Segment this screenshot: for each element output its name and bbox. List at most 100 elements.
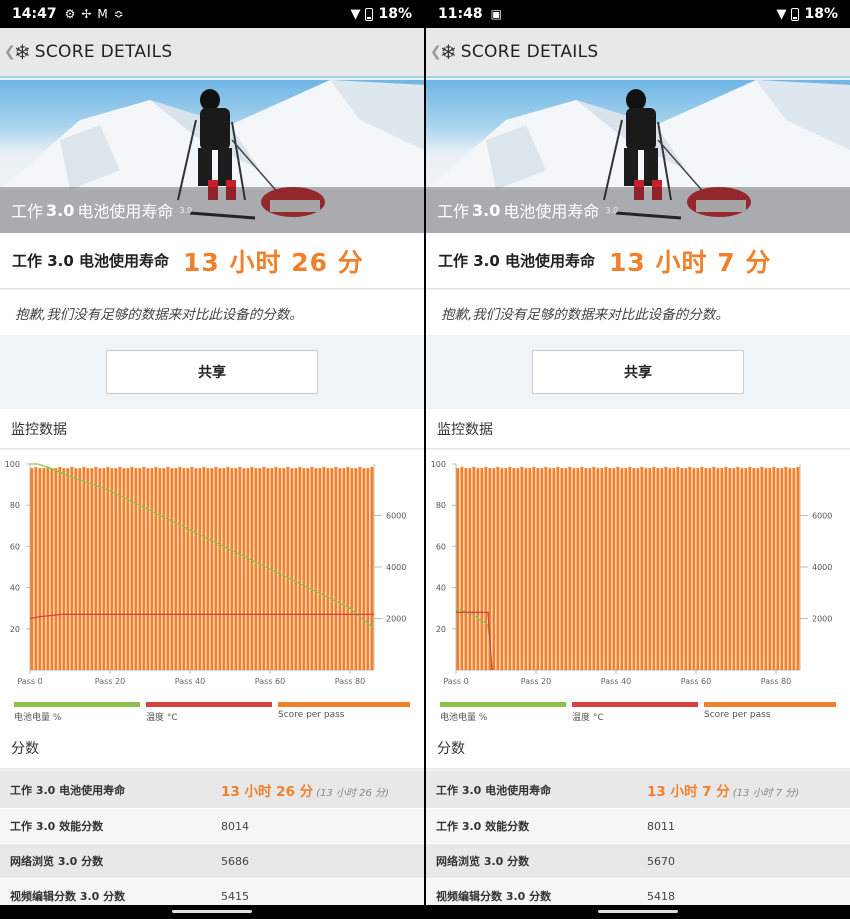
- score-bar: [34, 466, 38, 670]
- score-bar: [696, 468, 700, 670]
- score-bar: [484, 466, 488, 670]
- score-value: 8011: [647, 819, 675, 833]
- back-icon[interactable]: ❮: [430, 44, 442, 60]
- score-bar: [632, 468, 636, 670]
- score-bar: [476, 468, 480, 670]
- score-bar: [222, 468, 226, 670]
- legend-temperature-swatch: [146, 702, 272, 707]
- score-value: 8014: [221, 819, 249, 833]
- x-tick-label: Pass 60: [255, 677, 285, 686]
- score-bar: [760, 466, 764, 670]
- score-bar: [596, 468, 600, 670]
- score-bar: [740, 468, 744, 670]
- legend-score-label: Score per pass: [704, 710, 771, 720]
- score-bar: [302, 468, 306, 670]
- share-button[interactable]: 共享: [532, 350, 744, 394]
- score-bar: [724, 466, 728, 670]
- share-button[interactable]: 共享: [106, 350, 318, 394]
- score-row: 工作 3.0 效能分数 8014: [0, 809, 424, 844]
- score-row: 工作 3.0 电池使用寿命 13 小时 7 分 (13 小时 7 分): [426, 771, 850, 809]
- score-bar: [768, 468, 772, 670]
- result-row: 工作 3.0 电池使用寿命 13 小时 7 分: [426, 233, 850, 289]
- share-section: 共享: [426, 336, 850, 408]
- score-bar: [78, 468, 82, 670]
- score-bar: [732, 468, 736, 670]
- score-bar: [358, 466, 362, 670]
- score-bar: [744, 468, 748, 670]
- score-table: 工作 3.0 电池使用寿命 13 小时 26 分 (13 小时 26 分) 工作 …: [0, 771, 424, 914]
- home-gesture-handle[interactable]: [598, 910, 678, 913]
- hero-caption-pre: 工作: [11, 202, 44, 221]
- score-bar: [688, 466, 692, 670]
- score-bar: [640, 466, 644, 670]
- score-bar: [736, 466, 740, 670]
- score-bar: [592, 466, 596, 670]
- score-bar: [322, 466, 326, 670]
- hero-caption-version: 3.0: [46, 200, 75, 220]
- score-bar: [218, 468, 222, 670]
- score-bar: [246, 468, 250, 670]
- score-bar: [568, 466, 572, 670]
- x-tick-label: Pass 80: [335, 677, 365, 686]
- score-bar: [214, 466, 218, 670]
- score-bar: [166, 466, 170, 670]
- score-bar: [138, 468, 142, 670]
- right-tick-label: 6000: [812, 512, 832, 521]
- score-bar: [708, 468, 712, 670]
- score-row: 工作 3.0 效能分数 8011: [426, 809, 850, 844]
- status-icons: ▣: [491, 7, 502, 21]
- battery-percent: 18%: [804, 6, 838, 22]
- right-tick-label: 4000: [386, 563, 406, 572]
- wifi-icon: ▼: [350, 6, 361, 22]
- navigation-bar: [0, 905, 424, 919]
- score-bar: [712, 466, 716, 670]
- home-gesture-handle[interactable]: [172, 910, 252, 913]
- score-bar: [796, 466, 800, 670]
- score-bar: [326, 468, 330, 670]
- score-value: 13 小时 26 分 (13 小时 26 分): [221, 780, 389, 800]
- score-bar: [262, 466, 266, 670]
- score-bar: [106, 466, 110, 670]
- score-bar: [234, 468, 238, 670]
- score-bar: [98, 468, 102, 670]
- score-bar: [298, 466, 302, 670]
- score-bar: [66, 468, 70, 670]
- score-bar: [230, 468, 234, 670]
- navigation-bar: [426, 905, 850, 919]
- score-bar: [780, 468, 784, 670]
- score-bar: [206, 468, 210, 670]
- score-bar: [258, 468, 262, 670]
- score-bar: [468, 468, 472, 670]
- cast-icon: ▣: [490, 7, 502, 21]
- status-right: ▼ 18%: [776, 6, 838, 22]
- left-tick-label: 40: [10, 584, 20, 593]
- score-name: 网络浏览 3.0 分数: [10, 855, 104, 868]
- right-tick-label: 2000: [812, 615, 832, 624]
- score-bar: [664, 466, 668, 670]
- score-bar: [680, 468, 684, 670]
- score-bar: [134, 468, 138, 670]
- score-bar: [788, 468, 792, 670]
- score-bar: [250, 466, 254, 670]
- score-bar: [38, 468, 42, 670]
- score-bar: [556, 466, 560, 670]
- score-bar: [182, 468, 186, 670]
- score-bar: [464, 468, 468, 670]
- score-row: 工作 3.0 电池使用寿命 13 小时 26 分 (13 小时 26 分): [0, 771, 424, 809]
- score-bar: [496, 466, 500, 670]
- score-bar: [58, 466, 62, 670]
- score-bar: [784, 466, 788, 670]
- score-bar: [620, 468, 624, 670]
- phone-screen-left: 14:47 ⚙ ✢ M ≎ ▼ 18% ❮ ❄ SCORE DETAILS 工作…: [0, 0, 424, 919]
- score-bar: [624, 468, 628, 670]
- score-row: 网络浏览 3.0 分数 5670: [426, 844, 850, 879]
- score-table: 工作 3.0 电池使用寿命 13 小时 7 分 (13 小时 7 分) 工作 3.…: [426, 771, 850, 914]
- gmail-icon: M: [97, 7, 108, 21]
- score-bar: [524, 468, 528, 670]
- score-bar: [42, 468, 46, 670]
- app-header: ❮ ❄ SCORE DETAILS: [0, 28, 424, 78]
- back-icon[interactable]: ❮: [4, 44, 16, 60]
- score-bar: [584, 468, 588, 670]
- legend-score-swatch: [704, 702, 836, 707]
- score-bar: [604, 466, 608, 670]
